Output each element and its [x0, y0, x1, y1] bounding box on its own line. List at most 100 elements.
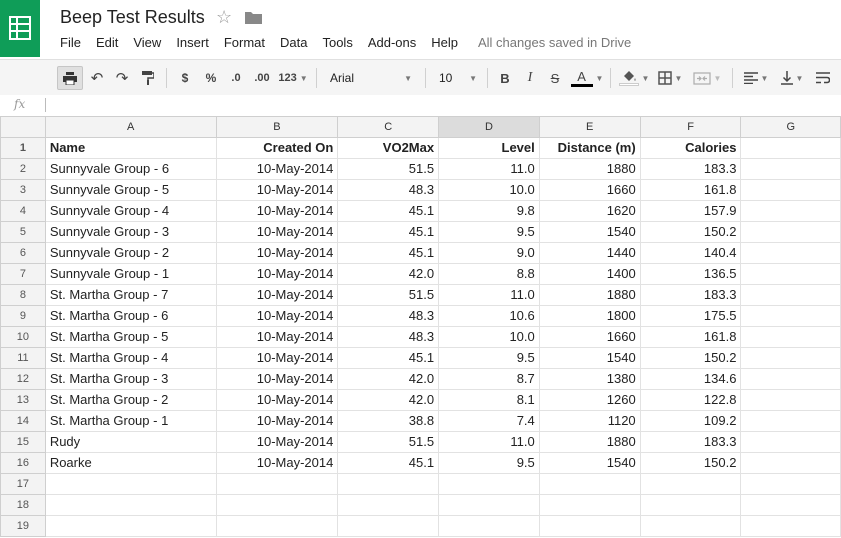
redo-button[interactable]: ↷ — [112, 66, 132, 90]
cell-e14[interactable]: 1120 — [538, 410, 641, 432]
cell-g17[interactable] — [740, 473, 841, 495]
cell-f1[interactable]: Calories — [639, 137, 742, 159]
cell-f5[interactable]: 150.2 — [639, 221, 742, 243]
cell-f13[interactable]: 122.8 — [639, 389, 742, 411]
cell-f7[interactable]: 136.5 — [639, 263, 742, 285]
cell-d5[interactable]: 9.5 — [438, 221, 540, 243]
cell-g14[interactable] — [740, 410, 841, 432]
cell-g19[interactable] — [740, 515, 841, 537]
cell-a1[interactable]: Name — [44, 137, 217, 159]
document-title[interactable]: Beep Test Results — [60, 6, 205, 28]
cell-c18[interactable] — [337, 494, 440, 516]
cell-f3[interactable]: 161.8 — [639, 179, 742, 201]
cell-f17[interactable] — [639, 473, 742, 495]
merge-cells-button[interactable]: ▼ — [690, 66, 724, 90]
cell-a18[interactable] — [44, 494, 217, 516]
cell-a13[interactable]: St. Martha Group - 2 — [44, 389, 217, 411]
cell-d2[interactable]: 11.0 — [438, 158, 540, 180]
cell-e2[interactable]: 1880 — [538, 158, 641, 180]
cell-c11[interactable]: 45.1 — [337, 347, 440, 369]
cell-d13[interactable]: 8.1 — [438, 389, 540, 411]
cell-g3[interactable] — [740, 179, 841, 201]
cell-f9[interactable]: 175.5 — [639, 305, 742, 327]
formula-input[interactable] — [45, 98, 46, 112]
cell-d10[interactable]: 10.0 — [438, 326, 540, 348]
more-formats-button[interactable]: 123 ▼ — [276, 66, 310, 90]
cell-e7[interactable]: 1400 — [538, 263, 641, 285]
cell-b13[interactable]: 10-May-2014 — [215, 389, 339, 411]
cell-b18[interactable] — [215, 494, 339, 516]
cell-e18[interactable] — [538, 494, 641, 516]
cell-e17[interactable] — [538, 473, 641, 495]
cell-a17[interactable] — [44, 473, 217, 495]
cell-b10[interactable]: 10-May-2014 — [215, 326, 339, 348]
sheets-logo-icon[interactable] — [0, 0, 40, 57]
fill-color-button[interactable]: ▼ — [618, 66, 650, 90]
cell-f16[interactable]: 150.2 — [639, 452, 742, 474]
cell-c1[interactable]: VO2Max — [337, 137, 440, 159]
cell-b5[interactable]: 10-May-2014 — [215, 221, 339, 243]
menu-addons[interactable]: Add-ons — [368, 35, 416, 50]
row-header[interactable]: 18 — [0, 494, 46, 516]
row-header[interactable]: 1 — [0, 137, 46, 159]
cell-e5[interactable]: 1540 — [538, 221, 641, 243]
cell-f2[interactable]: 183.3 — [639, 158, 742, 180]
cell-c7[interactable]: 42.0 — [337, 263, 440, 285]
row-header[interactable]: 10 — [0, 326, 46, 348]
cell-b7[interactable]: 10-May-2014 — [215, 263, 339, 285]
row-header[interactable]: 5 — [0, 221, 46, 243]
cell-f8[interactable]: 183.3 — [639, 284, 742, 306]
cell-f12[interactable]: 134.6 — [639, 368, 742, 390]
cell-d17[interactable] — [438, 473, 540, 495]
cell-g4[interactable] — [740, 200, 841, 222]
cell-b8[interactable]: 10-May-2014 — [215, 284, 339, 306]
row-header[interactable]: 8 — [0, 284, 46, 306]
cell-b17[interactable] — [215, 473, 339, 495]
cell-g10[interactable] — [740, 326, 841, 348]
cell-b15[interactable]: 10-May-2014 — [215, 431, 339, 453]
cell-e11[interactable]: 1540 — [538, 347, 641, 369]
cell-e10[interactable]: 1660 — [538, 326, 641, 348]
cell-c17[interactable] — [337, 473, 440, 495]
cell-b2[interactable]: 10-May-2014 — [215, 158, 339, 180]
column-header-b[interactable]: B — [215, 116, 339, 138]
cell-f14[interactable]: 109.2 — [639, 410, 742, 432]
cell-f11[interactable]: 150.2 — [639, 347, 742, 369]
cell-c4[interactable]: 45.1 — [337, 200, 440, 222]
cell-f10[interactable]: 161.8 — [639, 326, 742, 348]
cell-e15[interactable]: 1880 — [538, 431, 641, 453]
column-header-e[interactable]: E — [538, 116, 641, 138]
column-header-d[interactable]: D — [438, 116, 540, 138]
cell-e4[interactable]: 1620 — [538, 200, 641, 222]
font-family-select[interactable]: Arial ▼ — [330, 66, 412, 90]
cell-d11[interactable]: 9.5 — [438, 347, 540, 369]
cell-f4[interactable]: 157.9 — [639, 200, 742, 222]
cell-a11[interactable]: St. Martha Group - 4 — [44, 347, 217, 369]
cell-d18[interactable] — [438, 494, 540, 516]
cell-g13[interactable] — [740, 389, 841, 411]
borders-button[interactable]: ▼ — [655, 66, 685, 90]
bold-button[interactable]: B — [496, 66, 514, 90]
menu-file[interactable]: File — [60, 35, 81, 50]
column-header-a[interactable]: A — [44, 116, 217, 138]
cell-a6[interactable]: Sunnyvale Group - 2 — [44, 242, 217, 264]
print-button[interactable] — [57, 66, 83, 90]
cell-g7[interactable] — [740, 263, 841, 285]
cell-g16[interactable] — [740, 452, 841, 474]
cell-a3[interactable]: Sunnyvale Group - 5 — [44, 179, 217, 201]
cell-g12[interactable] — [740, 368, 841, 390]
cell-d14[interactable]: 7.4 — [438, 410, 540, 432]
cell-g2[interactable] — [740, 158, 841, 180]
cell-a8[interactable]: St. Martha Group - 7 — [44, 284, 217, 306]
row-header[interactable]: 4 — [0, 200, 46, 222]
row-header[interactable]: 11 — [0, 347, 46, 369]
menu-help[interactable]: Help — [431, 35, 458, 50]
column-header-f[interactable]: F — [639, 116, 742, 138]
cell-d9[interactable]: 10.6 — [438, 305, 540, 327]
row-header[interactable]: 13 — [0, 389, 46, 411]
cell-d4[interactable]: 9.8 — [438, 200, 540, 222]
cell-e16[interactable]: 1540 — [538, 452, 641, 474]
text-wrap-button[interactable] — [812, 66, 834, 90]
row-header[interactable]: 15 — [0, 431, 46, 453]
cell-c16[interactable]: 45.1 — [337, 452, 440, 474]
